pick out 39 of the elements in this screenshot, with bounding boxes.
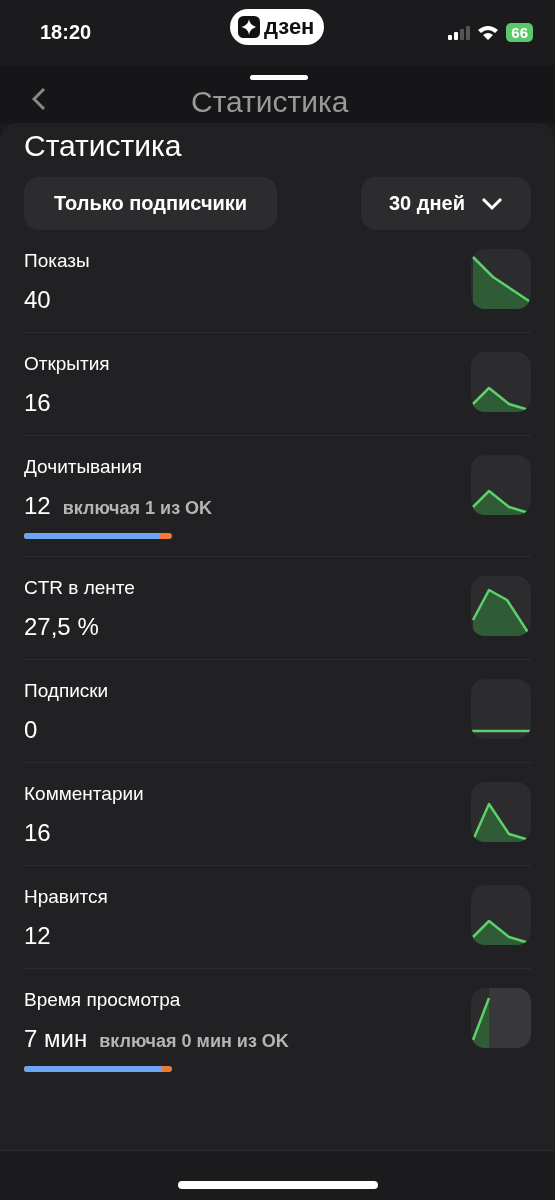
metric-label: Комментарии: [24, 782, 144, 806]
filter-button[interactable]: Только подписчики: [24, 177, 278, 230]
sparkline-chart[interactable]: [471, 576, 531, 636]
battery-icon: 66: [506, 23, 533, 42]
metric-label: Показы: [24, 249, 90, 273]
metric-label: Время просмотра: [24, 988, 182, 1012]
metric-label: Открытия: [24, 352, 110, 376]
sparkle-icon: [238, 16, 260, 38]
metric-note: включая 0 мин из OK: [99, 1031, 289, 1052]
nav-title: Статистика: [191, 85, 349, 119]
metric-value: 16: [24, 818, 51, 848]
sparkline-chart[interactable]: [471, 988, 531, 1048]
chevron-down-icon: [481, 196, 503, 211]
metric-value: 27,5 %: [24, 612, 99, 642]
wifi-icon: [477, 24, 500, 41]
sheet-handle[interactable]: [250, 75, 308, 80]
back-icon[interactable]: [32, 87, 46, 111]
metric-value: 16: [24, 388, 51, 418]
sparkline-chart[interactable]: [471, 352, 531, 412]
sheet-title: Статистика: [24, 129, 183, 163]
metric-label: Дочитывания: [24, 455, 143, 479]
sparkline-chart[interactable]: [471, 679, 531, 739]
metric-value: 12: [24, 921, 51, 951]
metric-label: CTR в ленте: [24, 576, 135, 600]
sparkline-chart[interactable]: [471, 249, 531, 309]
metric-value: 40: [24, 285, 51, 315]
metric-value: 0: [24, 715, 38, 745]
app-badge: дзен: [230, 9, 325, 45]
metric-value: 12: [24, 491, 51, 521]
sparkline-chart[interactable]: [471, 782, 531, 842]
metric-value: 7 мин: [24, 1024, 88, 1054]
signal-icon: [448, 25, 471, 40]
sparkline-chart[interactable]: [471, 885, 531, 945]
status-time: 18:20: [40, 21, 92, 44]
metric-label: Нравится: [24, 885, 108, 909]
sparkline-chart[interactable]: [471, 455, 531, 515]
period-dropdown[interactable]: 30 дней: [361, 177, 531, 230]
metric-note: включая 1 из OK: [62, 498, 213, 519]
metric-label: Подписки: [24, 679, 109, 703]
